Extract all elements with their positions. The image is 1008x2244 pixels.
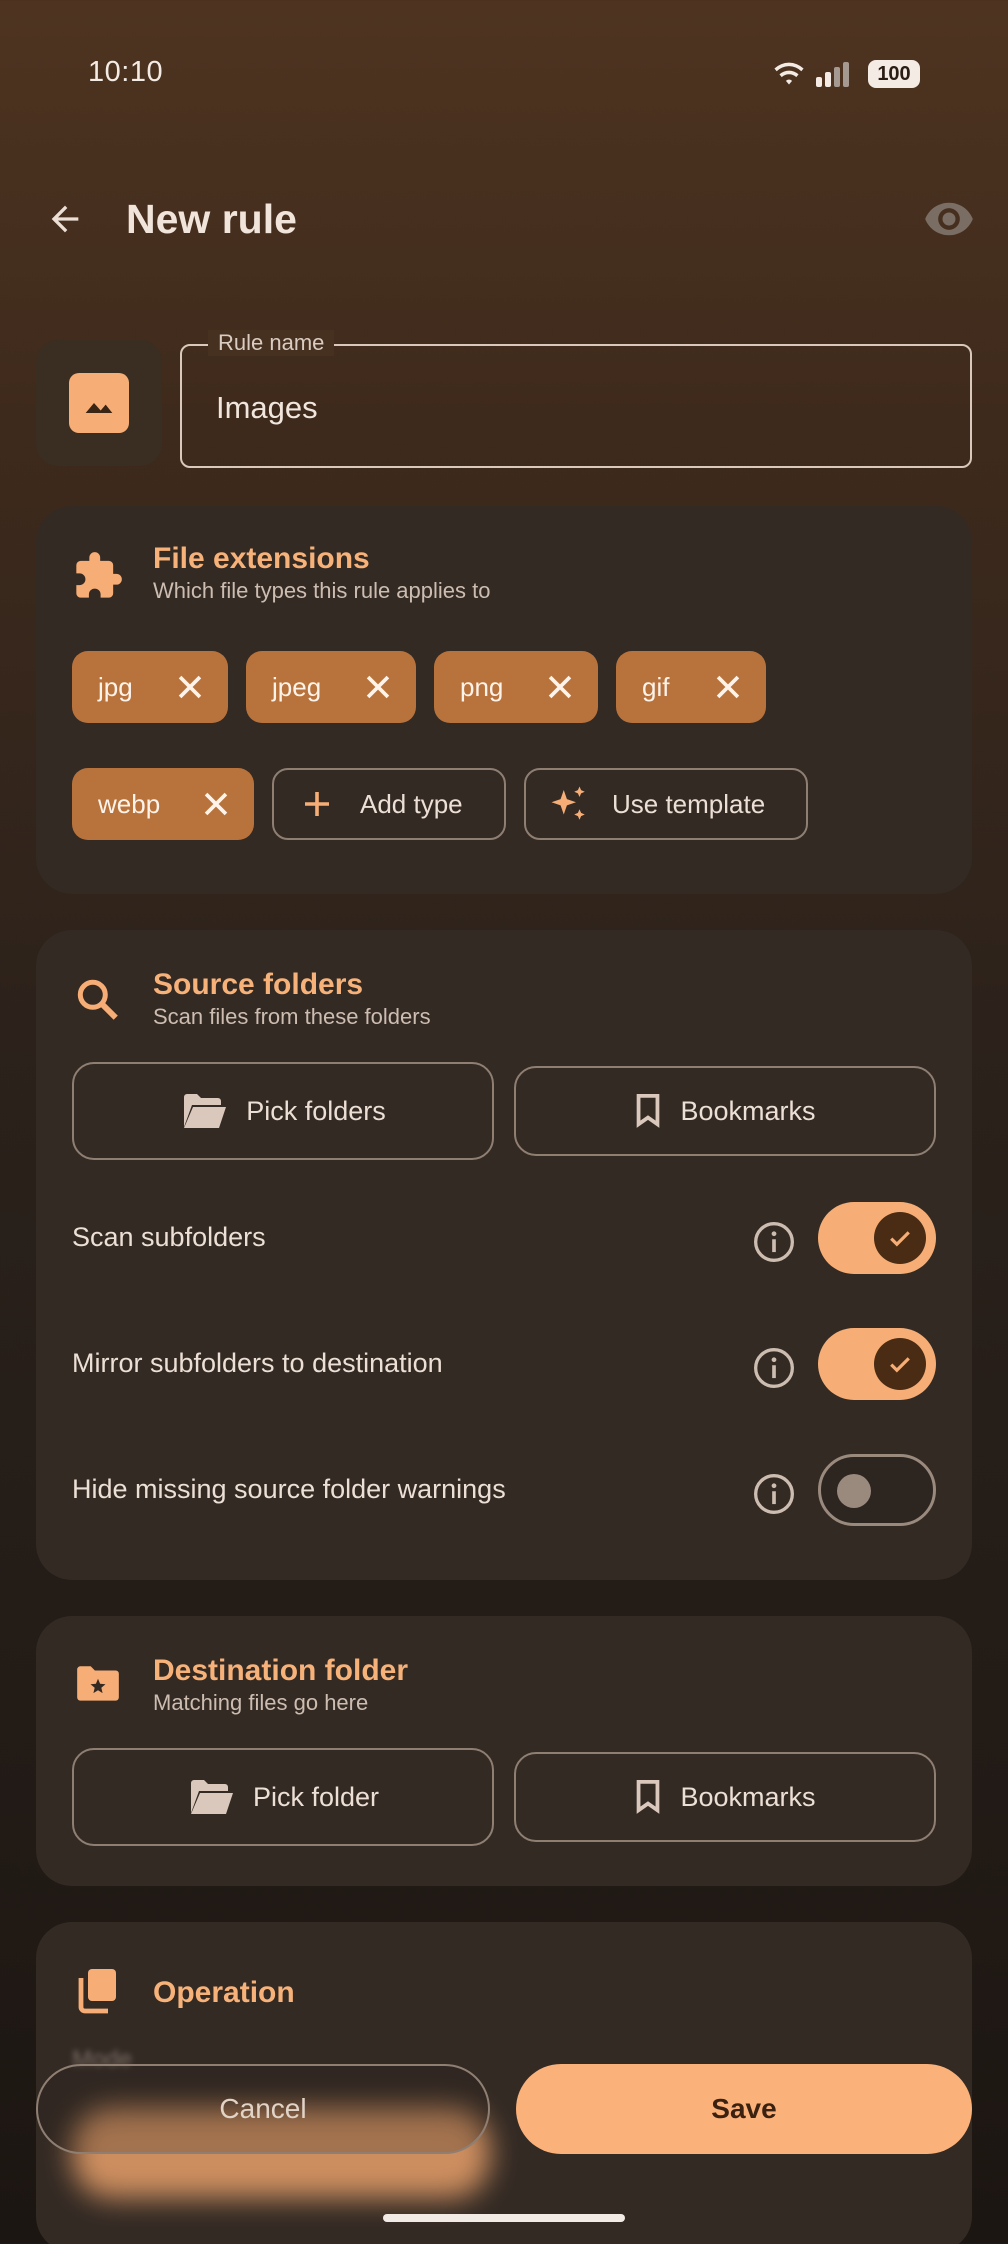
source-bookmarks-label: Bookmarks <box>680 1095 816 1126</box>
destination-folder-subtitle: Matching files go here <box>153 1690 369 1715</box>
chip-jpeg[interactable]: jpeg <box>246 651 416 723</box>
use-template-button[interactable]: Use template <box>524 768 808 840</box>
folder-star-icon <box>72 1658 124 1710</box>
plus-icon <box>296 783 338 825</box>
home-indicator[interactable] <box>383 2214 625 2222</box>
bookmark-icon <box>637 1094 660 1128</box>
pick-folder-button[interactable]: Pick folder <box>72 1748 494 1846</box>
destination-folder-title: Destination folder <box>153 1654 409 1687</box>
folder-open-icon <box>190 1780 233 1814</box>
sparkle-icon <box>548 783 590 825</box>
file-extensions-title: File extensions <box>153 542 370 575</box>
battery-indicator: 100 <box>868 60 920 88</box>
chip-label: gif <box>642 671 670 702</box>
chip-label: jpg <box>98 671 133 702</box>
scan-subfolders-toggle[interactable] <box>818 1202 936 1274</box>
puzzle-icon <box>72 550 124 602</box>
destination-folder-card: Destination folder Matching files go her… <box>36 1616 972 1886</box>
arrow-back-icon <box>51 205 79 233</box>
chip-webp[interactable]: webp <box>72 768 254 840</box>
chip-jpg[interactable]: jpg <box>72 651 228 723</box>
source-folders-card: Source folders Scan files from these fol… <box>36 930 972 1580</box>
preview-button[interactable] <box>914 184 984 254</box>
close-icon[interactable] <box>172 669 208 705</box>
chip-label: jpeg <box>272 671 322 702</box>
file-extensions-card: File extensions Which file types this ru… <box>36 506 972 894</box>
chip-gif[interactable]: gif <box>616 651 766 723</box>
status-icons: 100 <box>772 56 920 92</box>
mirror-subfolders-label: Mirror subfolders to destination <box>72 1348 443 1378</box>
switch-thumb <box>837 1474 871 1508</box>
search-icon <box>72 974 124 1026</box>
destination-bookmarks-button[interactable]: Bookmarks <box>514 1752 936 1842</box>
rule-name-value[interactable]: Images <box>216 390 318 426</box>
page-title: New rule <box>126 196 297 242</box>
close-icon[interactable] <box>198 786 234 822</box>
destination-bookmarks-label: Bookmarks <box>680 1781 816 1812</box>
chip-label: png <box>460 671 504 702</box>
folder-open-icon <box>184 1094 227 1128</box>
chip-png[interactable]: png <box>434 651 598 723</box>
source-folders-title: Source folders <box>153 968 364 1001</box>
close-icon[interactable] <box>542 669 578 705</box>
image-icon <box>69 373 129 433</box>
close-icon[interactable] <box>360 669 396 705</box>
back-button[interactable] <box>30 184 100 254</box>
copy-icon <box>72 1964 124 2016</box>
signal-icon <box>816 62 849 87</box>
pick-folder-label: Pick folder <box>252 1781 380 1812</box>
bookmark-icon <box>637 1780 660 1814</box>
rule-icon-button[interactable] <box>36 340 162 466</box>
rule-name-field[interactable]: Rule name Images <box>180 330 972 468</box>
hide-warnings-toggle[interactable] <box>818 1454 936 1526</box>
status-time: 10:10 <box>88 56 164 88</box>
check-icon <box>874 1338 926 1390</box>
source-bookmarks-button[interactable]: Bookmarks <box>514 1066 936 1156</box>
use-template-label: Use template <box>612 788 766 819</box>
chip-label: webp <box>98 788 161 819</box>
eye-icon <box>925 202 973 236</box>
app-bar: New rule <box>0 170 1008 270</box>
source-folders-subtitle: Scan files from these folders <box>153 1004 431 1029</box>
mirror-subfolders-toggle[interactable] <box>818 1328 936 1400</box>
file-extensions-subtitle: Which file types this rule applies to <box>153 578 491 603</box>
save-button[interactable]: Save <box>516 2064 972 2154</box>
pick-folders-label: Pick folders <box>246 1095 386 1126</box>
check-icon <box>874 1212 926 1264</box>
cancel-button[interactable]: Cancel <box>36 2064 490 2154</box>
close-icon[interactable] <box>710 669 746 705</box>
add-type-button[interactable]: Add type <box>272 768 506 840</box>
info-icon[interactable] <box>752 1346 796 1390</box>
info-icon[interactable] <box>752 1220 796 1264</box>
pick-folders-button[interactable]: Pick folders <box>72 1062 494 1160</box>
hide-warnings-label: Hide missing source folder warnings <box>72 1474 506 1504</box>
status-bar: 10:10 100 <box>0 0 1008 140</box>
wifi-icon <box>774 62 804 85</box>
add-type-label: Add type <box>360 788 463 819</box>
rule-name-label: Rule name <box>208 330 335 356</box>
operation-title: Operation <box>153 1976 295 2009</box>
info-icon[interactable] <box>752 1472 796 1516</box>
scan-subfolders-label: Scan subfolders <box>72 1222 266 1252</box>
